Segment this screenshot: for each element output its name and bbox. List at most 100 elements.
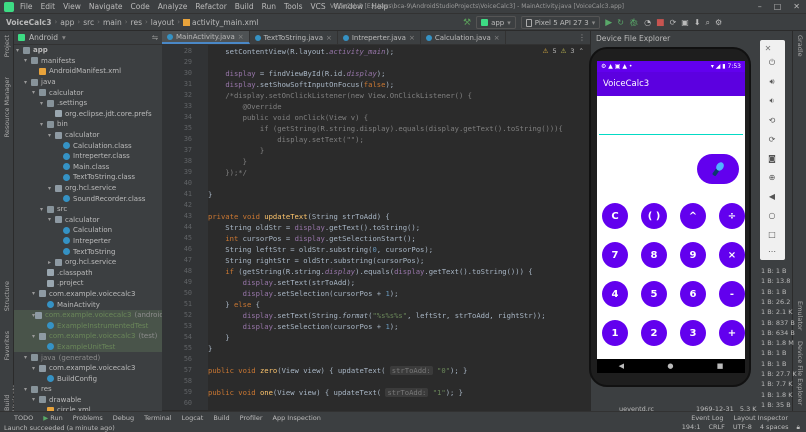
tree-item[interactable]: ▾ com.example.voicecalc3 (test) xyxy=(14,331,162,342)
run-icon[interactable]: ▶ xyxy=(605,18,612,28)
tree-item[interactable]: ▾ bin xyxy=(14,119,162,130)
home-icon[interactable]: ● xyxy=(667,362,673,370)
tab-profiler[interactable]: Profiler xyxy=(240,414,263,422)
structure-tab[interactable]: Structure xyxy=(3,281,11,311)
tree-item[interactable]: ▾ org.hcl.service xyxy=(14,183,162,194)
chevron-down-icon[interactable]: ▾ xyxy=(48,216,55,223)
maximize-icon[interactable]: □ xyxy=(774,2,782,11)
chevron-right-icon[interactable]: ▸ xyxy=(48,259,55,266)
tab-calculation[interactable]: Calculation.java × xyxy=(421,31,506,44)
settings-icon[interactable]: ⚙ xyxy=(715,18,722,27)
tree-item[interactable]: TextToString xyxy=(14,246,162,257)
menu-navigate[interactable]: Navigate xyxy=(89,2,123,11)
rotate-left-icon[interactable]: ⟲ xyxy=(766,114,778,126)
close-emulator-icon[interactable]: ✕ xyxy=(762,42,774,54)
code-editor[interactable]: ⚠ 5 ⚠ 3 ⌃ setContentView(R.layout.activity… xyxy=(208,45,590,410)
tree-item[interactable]: ▾ com.example.voicecalc3 xyxy=(14,363,162,374)
chevron-down-icon[interactable]: ▾ xyxy=(48,185,55,192)
calc-button[interactable]: 5 xyxy=(641,281,667,307)
tree-item[interactable]: Calculation xyxy=(14,225,162,236)
emulator-tab[interactable]: Emulator xyxy=(796,301,804,331)
calc-button[interactable]: 9 xyxy=(680,242,706,268)
chevron-down-icon[interactable]: ▾ xyxy=(32,290,39,297)
device-file-row[interactable]: 1 B: 27.7 K xyxy=(761,370,797,378)
avd-manager-icon[interactable]: ▣ xyxy=(681,18,689,27)
mic-button[interactable] xyxy=(697,154,739,184)
chevron-down-icon[interactable]: ▾ xyxy=(32,89,39,96)
device-file-row[interactable]: 1 B: 26.2 xyxy=(761,298,790,306)
sync-icon[interactable]: ⟳ xyxy=(670,18,677,27)
menu-tools[interactable]: Tools xyxy=(284,2,302,11)
device-file-row[interactable]: 1 B: 35 B xyxy=(761,401,791,409)
tree-item[interactable]: ▾ com.example.voicecalc3 xyxy=(14,289,162,300)
zoom-in-icon[interactable]: ⊕ xyxy=(766,171,778,183)
device-file-row[interactable]: 1 B: 837 B xyxy=(761,319,795,327)
device-select[interactable]: Pixel 5 API 27 3 ▾ xyxy=(520,16,601,29)
menu-vcs[interactable]: VCS xyxy=(310,2,325,11)
chevron-down-icon[interactable]: ▾ xyxy=(16,47,23,54)
tree-item[interactable]: ▾ res xyxy=(14,384,162,395)
tab-terminal[interactable]: Terminal xyxy=(144,414,171,422)
recents-icon[interactable]: ■ xyxy=(717,362,724,370)
calc-button[interactable]: ^ xyxy=(680,203,706,229)
tab-layout-inspector[interactable]: Layout Inspector xyxy=(734,414,788,422)
calc-button[interactable]: - xyxy=(719,281,745,307)
calc-button[interactable]: 4 xyxy=(602,281,628,307)
display-input[interactable] xyxy=(599,134,743,135)
calc-button[interactable]: 1 xyxy=(602,320,628,346)
minimize-icon[interactable]: – xyxy=(758,2,762,11)
home-icon[interactable]: ○ xyxy=(766,209,778,221)
debug-icon[interactable]: 🐞︎ xyxy=(629,18,639,27)
tree-item[interactable]: ▾ java (generated) xyxy=(14,352,162,363)
chevron-down-icon[interactable]: ▾ xyxy=(24,354,31,361)
chevron-down-icon[interactable]: ▾ xyxy=(24,79,31,86)
close-icon[interactable]: ✕ xyxy=(793,2,800,11)
close-tab-icon[interactable]: × xyxy=(326,34,332,42)
menu-code[interactable]: Code xyxy=(131,2,150,11)
tree-item[interactable]: AndroidManifest.xml xyxy=(14,66,162,77)
breadcrumb-file[interactable]: activity_main.xml xyxy=(192,18,258,27)
calc-button[interactable]: 6 xyxy=(680,281,706,307)
device-file-row[interactable]: 1 B: 1 B xyxy=(761,360,787,368)
tree-item[interactable]: ▾ .settings xyxy=(14,98,162,109)
breadcrumb-app[interactable]: app xyxy=(60,18,74,27)
tab-debug[interactable]: Debug xyxy=(113,414,134,422)
calc-button[interactable]: ÷ xyxy=(719,203,745,229)
menu-build[interactable]: Build xyxy=(235,2,254,11)
tree-item[interactable]: ▾ calculator xyxy=(14,215,162,226)
breadcrumb-main[interactable]: main xyxy=(103,18,122,27)
chevron-down-icon[interactable]: ▾ xyxy=(48,132,55,139)
device-file-explorer-tab[interactable]: Device File Explorer xyxy=(796,341,804,405)
device-file-row[interactable]: 1 B: 7.7 K xyxy=(761,380,793,388)
tree-item[interactable]: .project xyxy=(14,278,162,289)
calc-button[interactable]: 2 xyxy=(641,320,667,346)
back-icon[interactable]: ◀ xyxy=(766,190,778,202)
menu-view[interactable]: View xyxy=(63,2,81,11)
stop-icon[interactable]: ■ xyxy=(656,18,665,28)
tab-mainactivity[interactable]: MainActivity.java × xyxy=(162,31,250,44)
tree-item[interactable]: MainActivity xyxy=(14,299,162,310)
resource-manager-tab[interactable]: Resource Manager xyxy=(3,77,11,137)
tree-item[interactable]: Calculation.class xyxy=(14,140,162,151)
breadcrumb-layout[interactable]: layout xyxy=(151,18,174,27)
tab-run[interactable]: ▶ Run xyxy=(43,414,63,422)
tab-problems[interactable]: Problems xyxy=(73,414,103,422)
menu-refactor[interactable]: Refactor xyxy=(195,2,226,11)
project-tool-tab[interactable]: Project xyxy=(3,35,11,57)
camera-icon[interactable]: ◙ xyxy=(766,152,778,164)
tree-item[interactable]: ExampleInstrumentedTest xyxy=(14,320,162,332)
apply-changes-icon[interactable]: ↻ xyxy=(617,18,624,27)
more-icon[interactable]: ⋯ xyxy=(766,245,778,257)
tab-texttostring[interactable]: TextToString.java × xyxy=(250,31,338,44)
volume-down-icon[interactable]: 🔉︎ xyxy=(766,95,778,107)
search-icon[interactable]: ⌕ xyxy=(706,18,710,28)
tabs-overflow-icon[interactable]: ⋮ xyxy=(578,33,586,42)
menu-analyze[interactable]: Analyze xyxy=(158,2,188,11)
tree-item[interactable]: ▾ src xyxy=(14,204,162,215)
chevron-down-icon[interactable]: ▾ xyxy=(24,386,31,393)
device-file-row[interactable]: 1 B: 2.1 K xyxy=(761,308,793,316)
gradle-tab[interactable]: Gradle xyxy=(796,35,804,57)
tree-item[interactable]: ▾ app xyxy=(14,45,162,56)
tree-item[interactable]: ▸ org.hcl.service xyxy=(14,257,162,268)
breadcrumb-res[interactable]: res xyxy=(131,18,142,27)
